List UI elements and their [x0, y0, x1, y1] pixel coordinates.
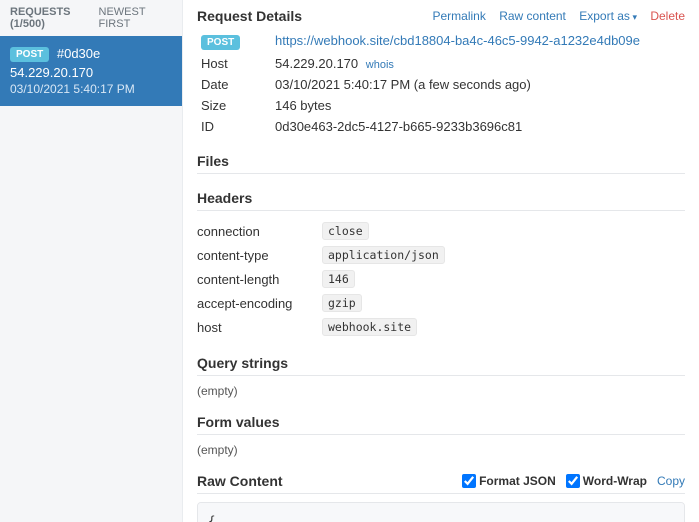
- header-value: close: [322, 222, 369, 240]
- export-as-dropdown[interactable]: Export as: [579, 9, 637, 23]
- format-json-toggle[interactable]: Format JSON: [462, 474, 556, 488]
- sort-toggle[interactable]: Newest First: [99, 6, 172, 30]
- details-table: POST https://webhook.site/cbd18804-ba4c-…: [197, 30, 685, 137]
- header-name: content-length: [197, 267, 322, 291]
- raw-heading: Raw Content: [197, 473, 283, 489]
- method-badge: POST: [10, 47, 49, 62]
- form-heading: Form values: [197, 414, 685, 435]
- id-value: 0d30e463-2dc5-4127-b665-9233b3696c81: [271, 116, 685, 137]
- header-value: 146: [322, 270, 355, 288]
- details-title: Request Details: [197, 8, 302, 24]
- word-wrap-toggle[interactable]: Word-Wrap: [566, 474, 647, 488]
- table-row: content-type application/json: [197, 243, 685, 267]
- size-label: Size: [197, 95, 271, 116]
- header-value: application/json: [322, 246, 445, 264]
- word-wrap-checkbox[interactable]: [566, 474, 580, 488]
- table-row: accept-encoding gzip: [197, 291, 685, 315]
- details-actions: Permalink Raw content Export as Delete: [422, 9, 685, 23]
- header-name: host: [197, 315, 322, 339]
- raw-header-row: Raw Content Format JSON Word-Wrap Copy: [197, 473, 685, 494]
- delete-link[interactable]: Delete: [650, 9, 685, 23]
- format-json-label: Format JSON: [479, 474, 556, 488]
- raw-controls: Format JSON Word-Wrap Copy: [462, 474, 685, 488]
- method-badge: POST: [201, 35, 240, 50]
- word-wrap-label: Word-Wrap: [583, 474, 647, 488]
- raw-content-box[interactable]: { "type": "completed", "version": 1, "ev…: [197, 502, 685, 522]
- host-label: Host: [197, 53, 271, 74]
- sidebar: REQUESTS (1/500) Newest First POST #0d30…: [0, 0, 183, 522]
- table-row: connection close: [197, 219, 685, 243]
- headers-table: connection close content-type applicatio…: [197, 219, 685, 339]
- headers-heading: Headers: [197, 190, 685, 211]
- query-heading: Query strings: [197, 355, 685, 376]
- size-value: 146 bytes: [271, 95, 685, 116]
- request-ip: 54.229.20.170: [10, 65, 172, 80]
- details-header-row: Request Details Permalink Raw content Ex…: [197, 8, 685, 24]
- sidebar-header: REQUESTS (1/500) Newest First: [0, 0, 182, 36]
- header-value: webhook.site: [322, 318, 417, 336]
- format-json-checkbox[interactable]: [462, 474, 476, 488]
- header-name: accept-encoding: [197, 291, 322, 315]
- id-label: ID: [197, 116, 271, 137]
- request-short-id: #0d30e: [57, 46, 100, 61]
- table-row: content-length 146: [197, 267, 685, 291]
- request-url[interactable]: https://webhook.site/cbd18804-ba4c-46c5-…: [275, 33, 640, 48]
- whois-link[interactable]: whois: [366, 59, 394, 71]
- date-value: 03/10/2021 5:40:17 PM (a few seconds ago…: [271, 74, 685, 95]
- table-row: host webhook.site: [197, 315, 685, 339]
- header-value: gzip: [322, 294, 362, 312]
- requests-count: REQUESTS (1/500): [10, 6, 99, 30]
- main-panel: Request Details Permalink Raw content Ex…: [183, 0, 699, 522]
- files-heading: Files: [197, 153, 685, 174]
- form-empty: (empty): [197, 443, 685, 457]
- permalink-link[interactable]: Permalink: [432, 9, 485, 23]
- copy-link[interactable]: Copy: [657, 474, 685, 488]
- raw-content-link[interactable]: Raw content: [499, 9, 566, 23]
- request-list-item[interactable]: POST #0d30e 54.229.20.170 03/10/2021 5:4…: [0, 36, 182, 106]
- query-empty: (empty): [197, 384, 685, 398]
- request-time: 03/10/2021 5:40:17 PM: [10, 82, 172, 96]
- header-name: content-type: [197, 243, 322, 267]
- header-name: connection: [197, 219, 322, 243]
- host-value: 54.229.20.170: [275, 56, 358, 71]
- date-label: Date: [197, 74, 271, 95]
